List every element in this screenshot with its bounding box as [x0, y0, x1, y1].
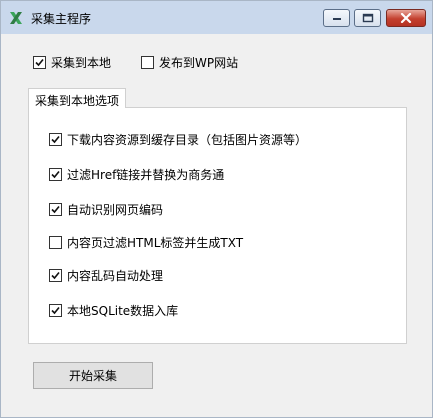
main-window: 采集主程序 采集到本地 发布到WP网站 采集到本地选项 下载内容资源到缓存目录（…: [0, 0, 433, 418]
start-collect-label: 开始采集: [68, 369, 117, 383]
tab-local-options[interactable]: 采集到本地选项: [28, 88, 126, 108]
minimize-button[interactable]: [323, 9, 350, 27]
checkbox-box[interactable]: [49, 202, 62, 216]
minimize-icon: [332, 18, 341, 20]
option-label: 内容页过滤HTML标签并生成TXT: [67, 235, 244, 250]
start-collect-button[interactable]: 开始采集: [33, 362, 153, 389]
checkbox-box[interactable]: [141, 55, 154, 69]
checkbox-box[interactable]: [49, 132, 62, 146]
option-filter-href[interactable]: 过滤Href链接并替换为商务通: [49, 166, 224, 182]
publish-wp-checkbox[interactable]: 发布到WP网站: [141, 54, 238, 70]
checkbox-box[interactable]: [49, 303, 62, 317]
maximize-button[interactable]: [354, 9, 381, 27]
option-label: 过滤Href链接并替换为商务通: [67, 167, 225, 182]
publish-wp-label: 发布到WP网站: [159, 55, 239, 70]
option-filter-html-txt[interactable]: 内容页过滤HTML标签并生成TXT: [49, 234, 243, 250]
close-icon: [400, 13, 412, 23]
maximize-icon: [362, 13, 373, 23]
option-detect-encoding[interactable]: 自动识别网页编码: [49, 201, 163, 217]
close-button[interactable]: [386, 9, 426, 27]
tab-label: 采集到本地选项: [35, 94, 120, 108]
option-label: 本地SQLite数据入库: [67, 303, 179, 318]
checkbox-box[interactable]: [49, 268, 62, 282]
option-label: 自动识别网页编码: [67, 202, 164, 217]
save-local-label: 采集到本地: [51, 55, 112, 70]
option-fix-garbled[interactable]: 内容乱码自动处理: [49, 267, 163, 283]
checkbox-box[interactable]: [33, 55, 46, 69]
title-bar[interactable]: 采集主程序: [1, 1, 432, 34]
checkbox-box[interactable]: [49, 235, 62, 249]
x-app-icon: [9, 11, 23, 25]
option-sqlite-import[interactable]: 本地SQLite数据入库: [49, 302, 178, 318]
window-title: 采集主程序: [31, 12, 92, 26]
option-download-resources[interactable]: 下载内容资源到缓存目录（包括图片资源等）: [49, 131, 307, 147]
save-local-checkbox[interactable]: 采集到本地: [33, 54, 111, 70]
option-label: 下载内容资源到缓存目录（包括图片资源等）: [67, 132, 308, 147]
option-label: 内容乱码自动处理: [67, 268, 164, 283]
checkbox-box[interactable]: [49, 167, 62, 181]
